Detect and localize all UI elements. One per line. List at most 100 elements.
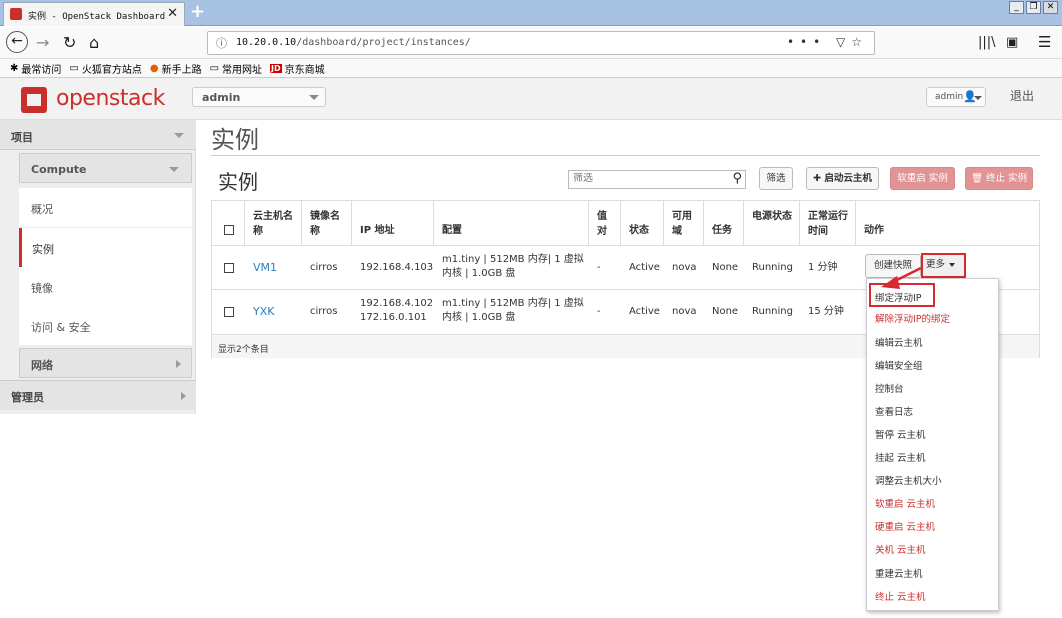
jd-icon: JD xyxy=(270,63,282,73)
site-info-icon[interactable]: ⓘ xyxy=(216,35,227,51)
chevron-down-icon xyxy=(309,95,319,100)
logo-text[interactable]: openstack xyxy=(56,86,165,111)
bookmark-jd[interactable]: JD 京东商城 xyxy=(270,61,325,76)
forward-icon[interactable]: → xyxy=(36,33,49,52)
ip-address: 192.168.4.102 172.16.0.101 xyxy=(360,298,434,323)
image-name: cirros xyxy=(310,262,338,273)
column-header[interactable]: 可用域 xyxy=(664,201,704,245)
select-all-checkbox[interactable] xyxy=(224,225,234,235)
sidebar-toggle-icon[interactable]: ▣ xyxy=(1006,35,1018,50)
column-header[interactable]: 镜像名称 xyxy=(302,201,352,245)
row-checkbox[interactable] xyxy=(224,307,234,317)
url-bar[interactable]: ⓘ 10.20.0.10/dashboard/project/instances… xyxy=(207,31,875,55)
back-icon[interactable]: ← xyxy=(6,31,28,53)
menu-item-terminate[interactable]: 终止 云主机 xyxy=(875,589,926,603)
select-all-header xyxy=(212,201,245,245)
column-header[interactable]: 电源状态 xyxy=(744,201,800,245)
home-icon[interactable]: ⌂ xyxy=(89,33,99,52)
menu-item-associate-floating-ip[interactable]: 绑定浮动IP xyxy=(875,290,922,304)
sidebar-project[interactable]: 项目 xyxy=(0,120,196,150)
uptime: 1 分钟 xyxy=(808,262,838,273)
column-header[interactable]: 正常运行时间 xyxy=(800,201,856,245)
menu-item-console[interactable]: 控制台 xyxy=(875,381,904,395)
terminate-button[interactable]: 🗑 终止 实例 xyxy=(965,167,1033,190)
availability-zone: nova xyxy=(672,262,697,273)
power-state: Running xyxy=(752,262,793,273)
menu-item-pause[interactable]: 暂停 云主机 xyxy=(875,427,926,441)
soft-reboot-button[interactable]: 软重启 实例 xyxy=(890,167,955,190)
column-header[interactable]: IP 地址 xyxy=(352,201,434,245)
section-title: 实例 xyxy=(218,170,258,194)
create-snapshot-button[interactable]: 创建快照 xyxy=(865,254,921,278)
column-header[interactable]: 云主机名称 xyxy=(245,201,302,245)
column-header: 动作 xyxy=(864,225,884,236)
close-window-icon[interactable]: ✕ xyxy=(1043,1,1058,14)
bookmark-star-icon[interactable]: ☆ xyxy=(851,35,868,49)
menu-item-rebuild[interactable]: 重建云主机 xyxy=(875,566,923,580)
restore-icon[interactable]: ❐ xyxy=(1026,1,1041,14)
sidebar-compute[interactable]: Compute xyxy=(19,153,192,183)
user-menu[interactable]: admin 👤 xyxy=(926,87,986,107)
launch-instance-button[interactable]: ✚ 启动云主机 xyxy=(806,167,879,190)
filter-button[interactable]: 筛选 xyxy=(759,167,793,190)
minimize-icon[interactable]: _ xyxy=(1009,1,1024,14)
sidebar-item-access-security[interactable]: 访问 & 安全 xyxy=(19,306,192,345)
page-title: 实例 xyxy=(211,126,259,154)
reload-icon[interactable]: ↻ xyxy=(63,33,76,52)
column-header[interactable]: 任务 xyxy=(704,201,744,245)
sidebar-item-overview[interactable]: 概况 xyxy=(19,188,192,227)
task: None xyxy=(712,306,739,317)
tab-close-icon[interactable]: ✕ xyxy=(167,6,178,21)
menu-item-view-log[interactable]: 查看日志 xyxy=(875,404,913,418)
instance-link[interactable]: YXK xyxy=(253,305,274,319)
keypair: - xyxy=(597,306,601,317)
pocket-icon[interactable]: ▽ xyxy=(836,35,851,49)
menu-item-resize[interactable]: 调整云主机大小 xyxy=(875,473,942,487)
menu-item-edit-security-groups[interactable]: 编辑安全组 xyxy=(875,358,923,372)
bookmark-common-sites[interactable]: ▭ 常用网址 xyxy=(210,61,262,76)
browser-tab[interactable]: 实例 - OpenStack Dashboard ✕ xyxy=(3,2,185,26)
menu-item-suspend[interactable]: 挂起 云主机 xyxy=(875,450,926,464)
trash-icon: 🗑 xyxy=(970,173,987,184)
chevron-right-icon xyxy=(176,360,181,368)
flavor: m1.tiny | 512MB 内存| 1 虚拟 内核 | 1.0GB 盘 xyxy=(442,254,584,279)
filter-input[interactable] xyxy=(573,173,723,184)
column-header[interactable]: 配置 xyxy=(434,201,589,245)
bookmark-most-visited[interactable]: ✱ 最常访问 xyxy=(10,61,61,76)
project-selector[interactable]: admin xyxy=(192,87,326,107)
column-header[interactable]: 状态 xyxy=(621,201,664,245)
menu-item-shut-off[interactable]: 关机 云主机 xyxy=(875,542,926,556)
bookmark-getting-started[interactable]: ● 新手上路 xyxy=(150,61,202,76)
flavor: m1.tiny | 512MB 内存| 1 虚拟 内核 | 1.0GB 盘 xyxy=(442,298,584,323)
availability-zone: nova xyxy=(672,306,697,317)
instance-link[interactable]: VM1 xyxy=(253,261,277,275)
library-icon[interactable]: |||\ xyxy=(978,35,996,50)
sidebar-admin[interactable]: 管理员 xyxy=(0,380,196,410)
logout-link[interactable]: 退出 xyxy=(1010,87,1034,104)
plus-icon: ✚ xyxy=(813,173,825,184)
menu-icon[interactable]: ☰ xyxy=(1038,33,1051,51)
sidebar-network[interactable]: 网络 xyxy=(19,348,192,378)
user-name: admin xyxy=(935,92,964,102)
actions-dropdown-menu: 绑定浮动IP 解除浮动IP的绑定 编辑云主机 编辑安全组 控制台 查看日志 暂停… xyxy=(866,278,999,611)
more-actions-button[interactable]: 更多 xyxy=(921,253,966,278)
openstack-logo-icon[interactable] xyxy=(21,87,47,113)
chevron-right-icon xyxy=(181,392,186,400)
task: None xyxy=(712,262,739,273)
row-checkbox[interactable] xyxy=(224,263,234,273)
chevron-down-icon xyxy=(974,96,982,100)
menu-item-soft-reboot[interactable]: 软重启 云主机 xyxy=(875,496,935,510)
url-text[interactable]: 10.20.0.10/dashboard/project/instances/ xyxy=(236,37,471,48)
search-icon[interactable]: ⚲ xyxy=(732,171,742,186)
menu-item-hard-reboot[interactable]: 硬重启 云主机 xyxy=(875,519,935,533)
power-state: Running xyxy=(752,306,793,317)
column-header[interactable]: 值对 xyxy=(589,201,621,245)
menu-item-edit-instance[interactable]: 编辑云主机 xyxy=(875,335,923,349)
sidebar-item-instances[interactable]: 实例 xyxy=(19,228,192,267)
status: Active xyxy=(629,306,660,317)
new-tab-button[interactable]: + xyxy=(190,1,205,22)
sidebar-item-images[interactable]: 镜像 xyxy=(19,267,192,306)
bookmark-firefox-site[interactable]: ▭ 火狐官方站点 xyxy=(69,61,141,76)
menu-item-disassociate-floating-ip[interactable]: 解除浮动IP的绑定 xyxy=(875,311,950,325)
page-actions-icon[interactable]: ••• xyxy=(787,35,826,49)
